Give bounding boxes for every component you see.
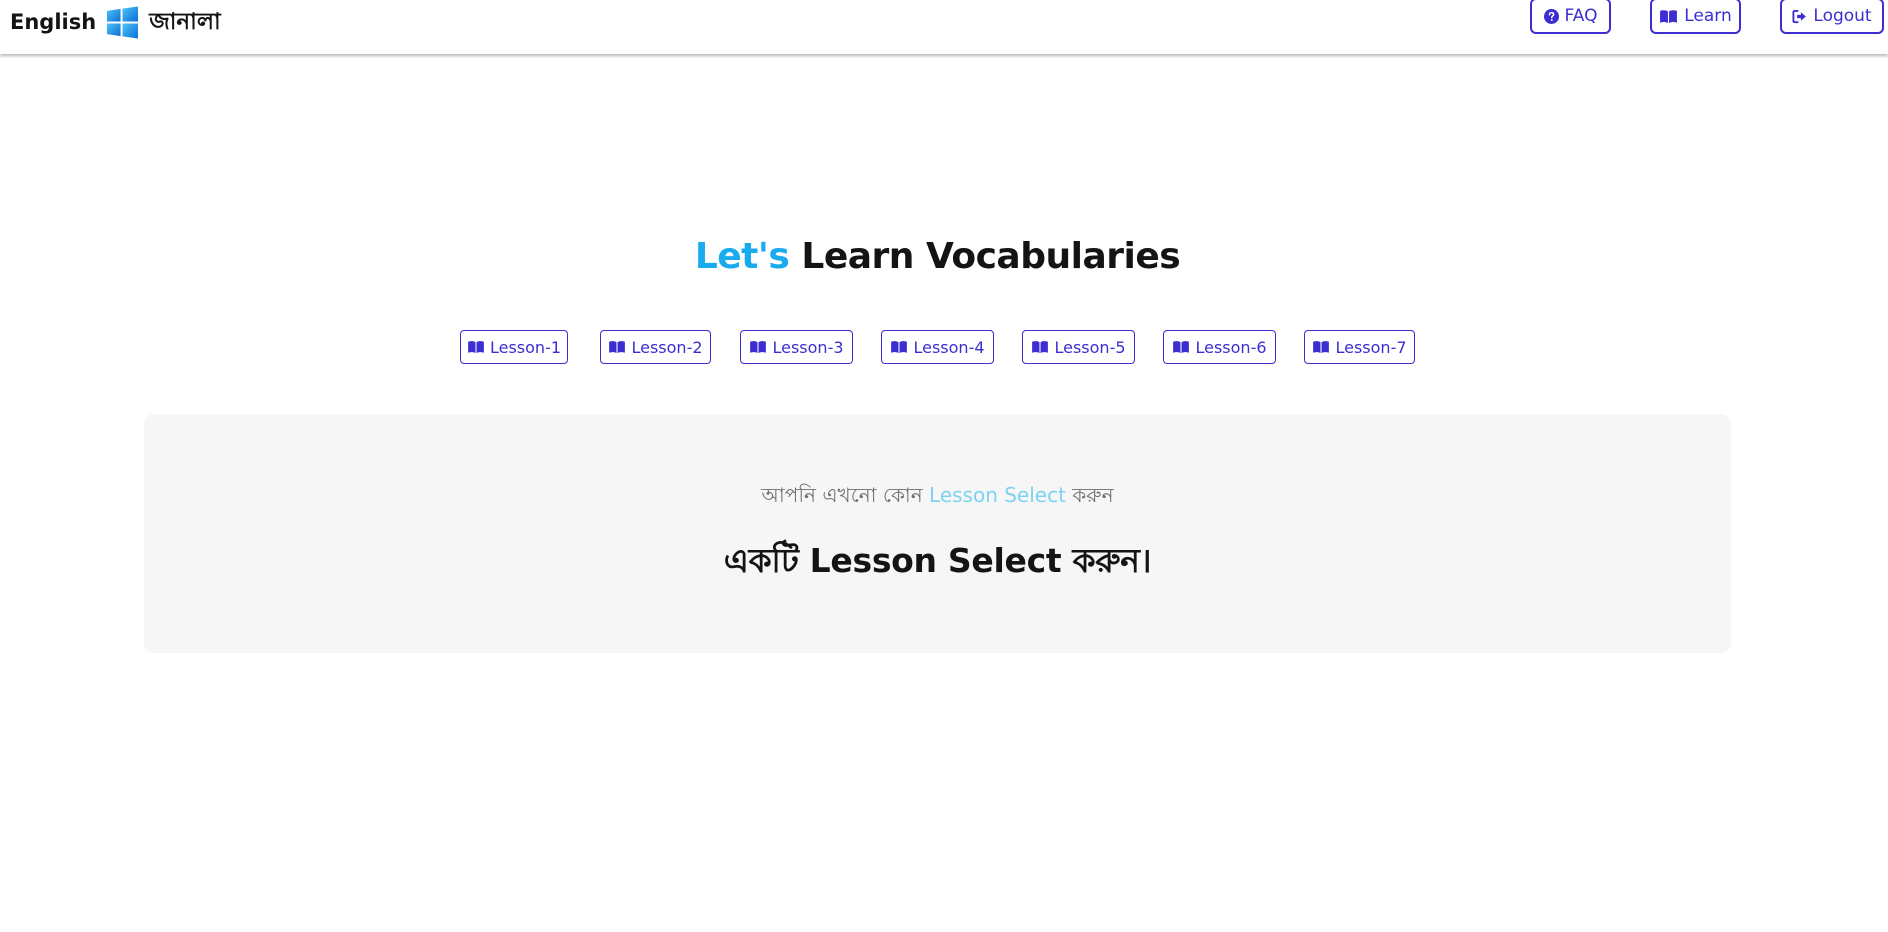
open-book-icon [1313, 341, 1330, 354]
lesson-button-label: Lesson-3 [772, 337, 844, 357]
brand-bangla-label: জানালা [149, 8, 221, 35]
lesson-button-1[interactable]: Lesson-1 [460, 330, 568, 364]
lesson-button-6[interactable]: Lesson-6 [1163, 330, 1276, 364]
lesson-button-row: Lesson-1 Lesson-2 Lesson-3 Lesson-4 Less… [0, 330, 1888, 364]
placeholder-subtitle: আপনি এখনো কোন Lesson Select করুন [144, 481, 1731, 514]
brand-english-label: English [10, 10, 97, 34]
faq-button-label: FAQ [1564, 6, 1598, 26]
learn-button-label: Learn [1684, 6, 1732, 26]
lesson-button-label: Lesson-6 [1195, 337, 1267, 357]
faq-button[interactable]: FAQ [1530, 0, 1611, 34]
lesson-button-4[interactable]: Lesson-4 [881, 330, 994, 364]
lesson-button-7[interactable]: Lesson-7 [1304, 330, 1415, 364]
open-book-icon [1660, 9, 1678, 23]
open-book-icon [750, 341, 767, 354]
lesson-button-label: Lesson-1 [489, 337, 562, 357]
sign-out-icon [1792, 9, 1807, 23]
logout-button[interactable]: Logout [1780, 0, 1884, 34]
lesson-button-5[interactable]: Lesson-5 [1022, 330, 1135, 364]
lesson-button-2[interactable]: Lesson-2 [600, 330, 711, 364]
page-title-accent: Let's [694, 236, 790, 277]
lesson-button-label: Lesson-5 [1054, 337, 1126, 357]
lesson-placeholder-card: আপনি এখনো কোন Lesson Select করুন একটি Le… [144, 414, 1731, 653]
lesson-button-label: Lesson-2 [631, 337, 703, 357]
placeholder-subtitle-accent: Lesson Select [929, 483, 1066, 507]
placeholder-subtitle-after: করুন [1065, 483, 1114, 507]
open-book-icon [468, 341, 484, 354]
placeholder-heading: একটি Lesson Select করুন। [723, 541, 1152, 580]
windows-logo-icon [107, 5, 139, 39]
learn-button[interactable]: Learn [1650, 0, 1741, 34]
open-book-icon [609, 341, 626, 354]
placeholder-subtitle-before: আপনি এখনো কোন [761, 483, 930, 507]
open-book-icon [891, 341, 908, 354]
navbar: English জানালা FAQ Learn Logout [0, 0, 1888, 54]
page-title: Let's Learn Vocabularies [0, 236, 1875, 277]
lesson-button-label: Lesson-4 [913, 337, 985, 357]
brand[interactable]: English জানালা [10, 4, 221, 40]
question-circle-icon [1543, 8, 1559, 24]
open-book-icon [1032, 341, 1049, 354]
lesson-button-3[interactable]: Lesson-3 [740, 330, 853, 364]
lesson-button-label: Lesson-7 [1335, 337, 1407, 357]
logout-button-label: Logout [1813, 6, 1872, 26]
open-book-icon [1173, 341, 1190, 354]
page-title-rest: Learn Vocabularies [789, 236, 1181, 277]
